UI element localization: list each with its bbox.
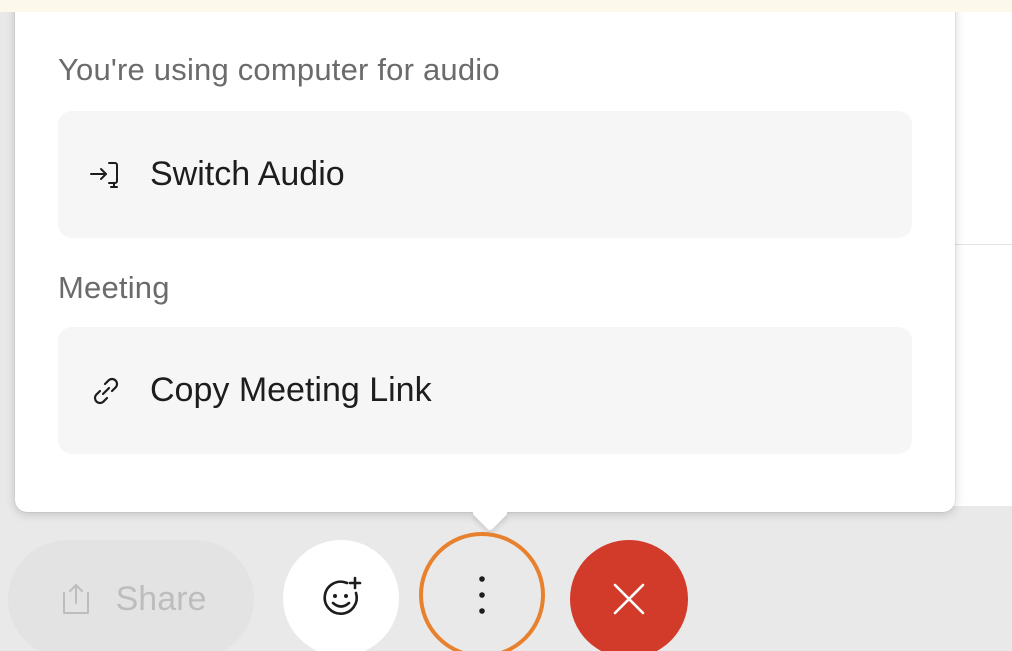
switch-audio-button[interactable]: Switch Audio [58, 111, 912, 238]
share-upload-icon [56, 579, 96, 619]
meeting-section-label: Meeting [58, 270, 170, 305]
meeting-window: You're using computer for audio Switch A… [0, 12, 1012, 651]
leave-meeting-button[interactable] [570, 540, 688, 651]
link-icon [88, 373, 124, 409]
more-options-button[interactable] [419, 532, 545, 651]
audio-section-label: You're using computer for audio [58, 52, 500, 87]
share-label: Share [115, 579, 207, 618]
more-options-popover: You're using computer for audio Switch A… [15, 12, 955, 532]
more-vertical-icon [476, 573, 488, 617]
switch-audio-icon [88, 157, 124, 193]
switch-audio-label: Switch Audio [150, 155, 345, 193]
share-button[interactable]: Share [8, 540, 254, 651]
close-icon [609, 579, 649, 619]
copy-meeting-link-button[interactable]: Copy Meeting Link [58, 327, 912, 454]
copy-meeting-link-label: Copy Meeting Link [150, 371, 432, 409]
reactions-button[interactable] [283, 540, 399, 651]
add-reaction-icon [317, 574, 365, 622]
